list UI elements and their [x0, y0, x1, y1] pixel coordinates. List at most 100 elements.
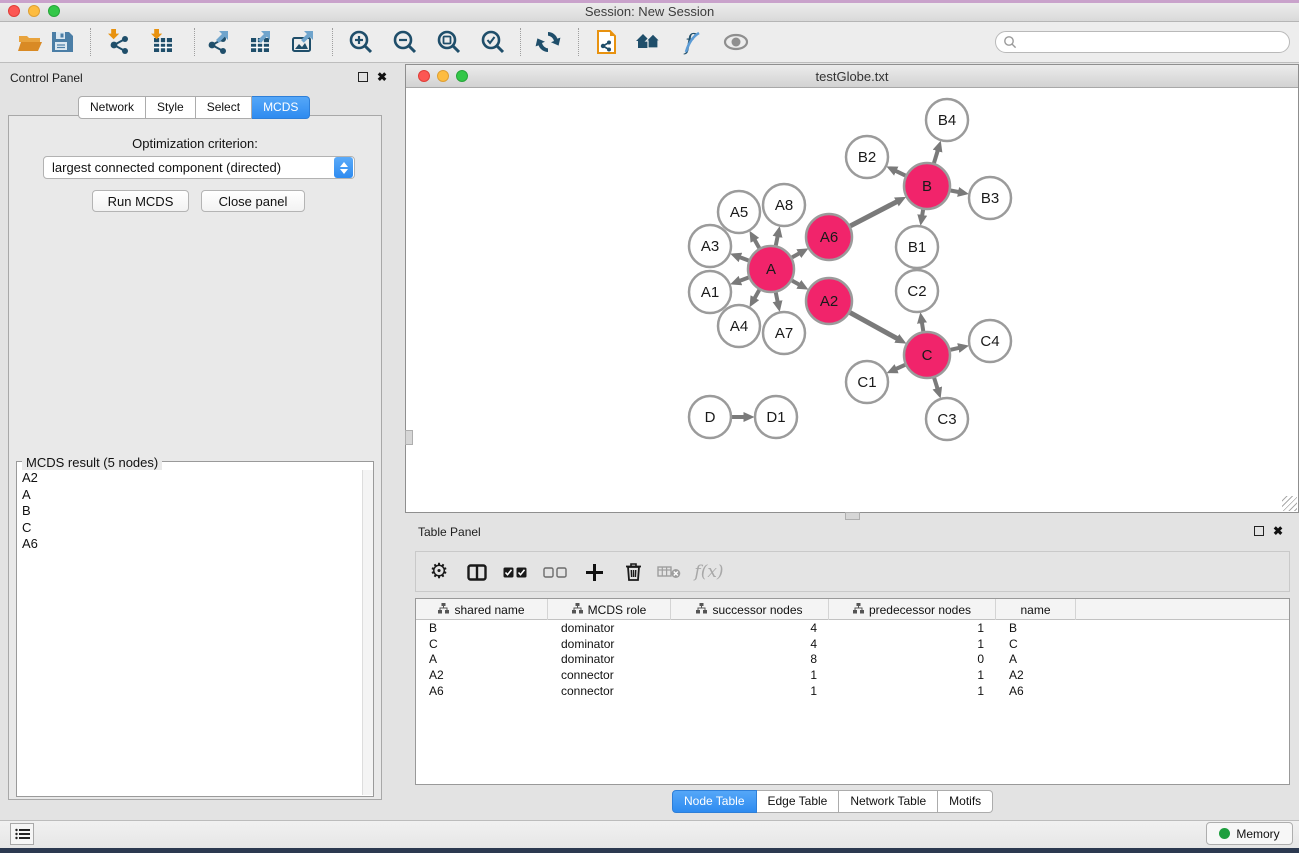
- delete-table-icon[interactable]: [654, 558, 684, 586]
- deselect-all-checkboxes-icon[interactable]: [540, 558, 570, 586]
- node-A7[interactable]: A7: [763, 312, 805, 354]
- edge-C-C1[interactable]: [896, 365, 905, 369]
- import-network-icon[interactable]: [104, 27, 136, 57]
- node-C2[interactable]: C2: [896, 270, 938, 312]
- splitter-handle-left[interactable]: [405, 430, 413, 445]
- table-row[interactable]: A2connector11A2: [416, 667, 1289, 683]
- table-row[interactable]: Bdominator41B: [416, 620, 1289, 636]
- add-row-icon[interactable]: [579, 558, 609, 586]
- edge-A6-B[interactable]: [850, 202, 897, 226]
- home-icon[interactable]: [631, 27, 663, 57]
- result-list-item[interactable]: A2: [17, 470, 361, 487]
- node-C1[interactable]: C1: [846, 361, 888, 403]
- edge-C-C2[interactable]: [922, 323, 923, 332]
- result-list-item[interactable]: A6: [17, 536, 361, 553]
- table-tab-node-table[interactable]: Node Table: [672, 790, 757, 813]
- close-panel-button[interactable]: Close panel: [201, 190, 305, 212]
- edge-B-B4[interactable]: [934, 151, 938, 163]
- edge-A-A6[interactable]: [792, 253, 799, 257]
- import-table-icon[interactable]: [147, 27, 179, 57]
- edge-C-C3[interactable]: [934, 378, 937, 389]
- tab-mcds[interactable]: MCDS: [252, 96, 310, 119]
- hide-graphics-details-icon[interactable]: f: [675, 27, 707, 57]
- delete-row-icon[interactable]: [618, 558, 648, 586]
- save-session-icon[interactable]: [46, 27, 78, 57]
- edge-A-A1[interactable]: [740, 277, 749, 280]
- edge-A-A5[interactable]: [755, 240, 760, 248]
- table-settings-icon[interactable]: ⚙: [424, 558, 454, 586]
- table-row[interactable]: A6connector11A6: [416, 683, 1289, 699]
- export-image-icon[interactable]: [287, 27, 319, 57]
- node-A1[interactable]: A1: [689, 271, 731, 313]
- edge-A-A4[interactable]: [755, 290, 760, 298]
- node-D[interactable]: D: [689, 396, 731, 438]
- result-list-item[interactable]: C: [17, 520, 361, 537]
- edge-B-B1[interactable]: [922, 210, 923, 216]
- splitter-handle-bottom[interactable]: [845, 512, 860, 520]
- node-A3[interactable]: A3: [689, 225, 731, 267]
- node-D1[interactable]: D1: [755, 396, 797, 438]
- float-panel-icon[interactable]: [358, 72, 368, 82]
- edge-A-A3[interactable]: [740, 257, 749, 260]
- optimization-select[interactable]: largest connected component (directed): [43, 156, 355, 179]
- search-input[interactable]: [1017, 35, 1267, 49]
- zoom-in-icon[interactable]: [345, 27, 377, 57]
- edge-A-A8[interactable]: [776, 236, 778, 245]
- table-row[interactable]: Adominator80A: [416, 652, 1289, 668]
- export-network-icon[interactable]: [202, 27, 234, 57]
- show-columns-icon[interactable]: [462, 558, 492, 586]
- column-header-MCDS-role[interactable]: MCDS role: [548, 599, 671, 620]
- column-header-name[interactable]: name: [996, 599, 1076, 620]
- edge-A-A2[interactable]: [792, 281, 799, 285]
- refresh-icon[interactable]: [532, 27, 564, 57]
- edge-A-A7[interactable]: [776, 293, 778, 302]
- edge-B-B2[interactable]: [896, 171, 906, 176]
- node-B1[interactable]: B1: [896, 226, 938, 268]
- select-all-checkboxes-icon[interactable]: [500, 558, 530, 586]
- network-from-document-icon[interactable]: [591, 27, 623, 57]
- node-A6[interactable]: A6: [806, 214, 852, 260]
- node-C4[interactable]: C4: [969, 320, 1011, 362]
- node-A[interactable]: A: [748, 246, 794, 292]
- result-list-item[interactable]: B: [17, 503, 361, 520]
- result-list-item[interactable]: A: [17, 487, 361, 504]
- network-canvas[interactable]: B4 B2 B B3 B1 A5A8A6 A3 A A1A4A7A2 C2 C4 C C1 C3 D D1: [406, 88, 1298, 512]
- result-scrollbar[interactable]: [362, 470, 373, 795]
- node-A5[interactable]: A5: [718, 191, 760, 233]
- node-B2[interactable]: B2: [846, 136, 888, 178]
- zoom-out-icon[interactable]: [389, 27, 421, 57]
- table-tab-edge-table[interactable]: Edge Table: [757, 790, 840, 813]
- edge-B-B3[interactable]: [951, 190, 959, 192]
- node-A8[interactable]: A8: [763, 184, 805, 226]
- edge-C-C4[interactable]: [950, 348, 958, 350]
- node-A4[interactable]: A4: [718, 305, 760, 347]
- node-A2[interactable]: A2: [806, 278, 852, 324]
- zoom-fit-icon[interactable]: [433, 27, 465, 57]
- column-header-predecessor-nodes[interactable]: predecessor nodes: [829, 599, 996, 620]
- tab-style[interactable]: Style: [146, 96, 196, 119]
- export-table-icon[interactable]: [244, 27, 276, 57]
- tab-network[interactable]: Network: [78, 96, 146, 119]
- table-tab-motifs[interactable]: Motifs: [938, 790, 993, 813]
- run-mcds-button[interactable]: Run MCDS: [92, 190, 189, 212]
- close-panel-icon[interactable]: ✖: [377, 72, 387, 82]
- memory-button[interactable]: Memory: [1206, 822, 1293, 845]
- float-table-panel-icon[interactable]: [1254, 526, 1264, 536]
- edge-A2-C[interactable]: [850, 313, 897, 339]
- table-tab-network-table[interactable]: Network Table: [839, 790, 938, 813]
- node-C[interactable]: C: [904, 332, 950, 378]
- zoom-selected-icon[interactable]: [477, 27, 509, 57]
- node-B[interactable]: B: [904, 163, 950, 209]
- birdseye-view-icon[interactable]: [720, 27, 752, 57]
- node-B4[interactable]: B4: [926, 99, 968, 141]
- table-row[interactable]: Cdominator41C: [416, 636, 1289, 652]
- column-header-shared-name[interactable]: shared name: [416, 599, 548, 620]
- task-history-button[interactable]: [10, 823, 34, 845]
- node-C3[interactable]: C3: [926, 398, 968, 440]
- node-B3[interactable]: B3: [969, 177, 1011, 219]
- resize-grip-icon[interactable]: [1282, 496, 1297, 511]
- close-table-panel-icon[interactable]: ✖: [1273, 526, 1283, 536]
- open-session-icon[interactable]: [14, 27, 46, 57]
- search-box[interactable]: [995, 31, 1290, 53]
- tab-select[interactable]: Select: [196, 96, 252, 119]
